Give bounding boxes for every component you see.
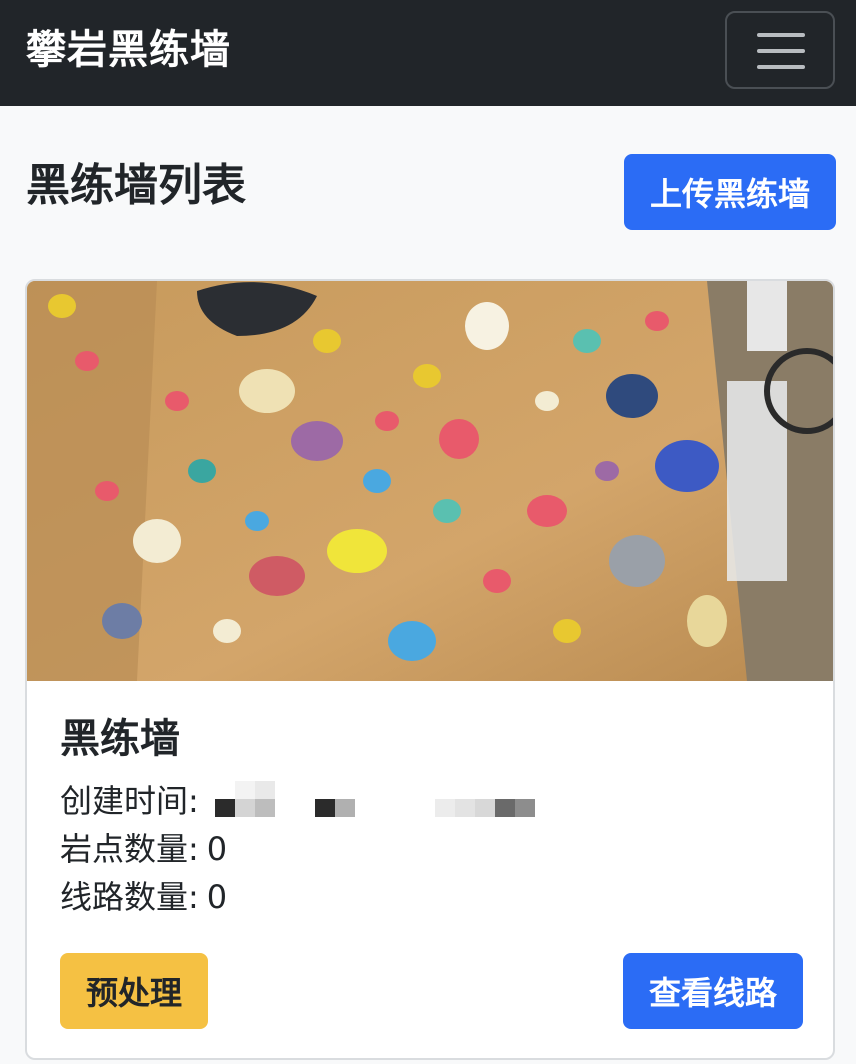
holds-count-row: 岩点数量: 0 xyxy=(60,827,227,871)
navbar-brand[interactable]: 攀岩黑练墙 xyxy=(26,24,231,76)
climbing-wall-image xyxy=(27,281,833,681)
upload-wall-button[interactable]: 上传黑练墙 xyxy=(624,154,836,230)
holds-count-value: 0 xyxy=(206,830,228,868)
created-time-value-redacted xyxy=(215,779,535,819)
routes-count-row: 线路数量: 0 xyxy=(60,875,227,919)
card-title: 黑练墙 xyxy=(60,716,180,762)
routes-count-value: 0 xyxy=(206,878,228,916)
navbar: 攀岩黑练墙 xyxy=(0,0,856,106)
menu-bar xyxy=(757,65,805,69)
created-time-row: 创建时间: xyxy=(60,779,199,823)
holds-count-label: 岩点数量: xyxy=(60,830,199,868)
menu-bar xyxy=(757,33,805,37)
menu-bar xyxy=(757,49,805,53)
view-routes-button[interactable]: 查看线路 xyxy=(623,953,803,1029)
routes-count-label: 线路数量: xyxy=(60,878,199,916)
page-title: 黑练墙列表 xyxy=(26,160,246,211)
preprocess-button[interactable]: 预处理 xyxy=(60,953,208,1029)
created-time-label: 创建时间: xyxy=(60,782,199,820)
hamburger-menu-icon[interactable] xyxy=(725,11,835,89)
wall-card: 黑练墙 创建时间: 岩点数量: 0 线路数量: 0 预处理 查看线路 xyxy=(25,279,835,1060)
